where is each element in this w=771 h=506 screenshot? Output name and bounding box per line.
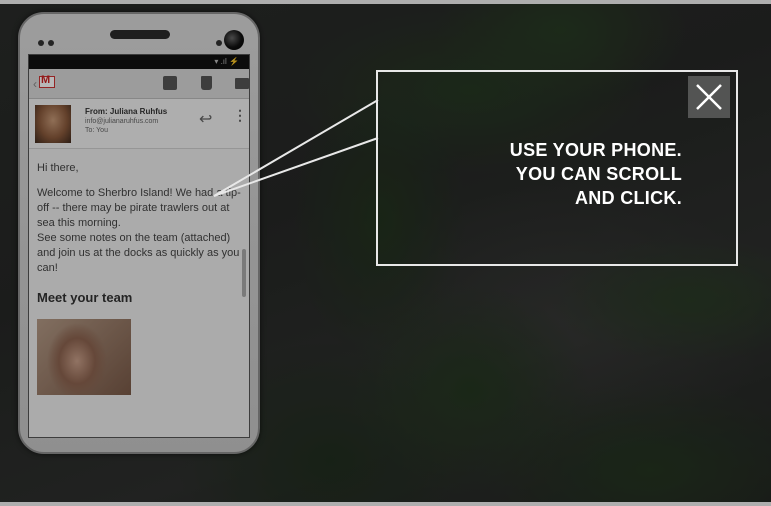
email-header: From: Juliana Ruhfus info@julianaruhfus.… <box>29 99 249 149</box>
scrollbar[interactable] <box>242 249 246 297</box>
sensor-dot <box>216 40 222 46</box>
close-icon <box>696 84 722 110</box>
instruction-text: USE YOUR PHONE. YOU CAN SCROLL AND CLICK… <box>426 138 682 210</box>
sensor-dot <box>38 40 44 46</box>
phone-camera <box>224 30 244 50</box>
paragraph-notes: See some notes on the team (attached) an… <box>37 232 240 274</box>
sensor-dot <box>48 40 54 46</box>
paragraph-welcome: Welcome to Sherbro Island! We had a tip-… <box>37 187 241 229</box>
instruction-line: YOU CAN SCROLL <box>515 164 682 184</box>
sender-name: From: Juliana Ruhfus <box>85 107 168 116</box>
sender-email: info@julianaruhfus.com <box>85 118 159 125</box>
phone-device: ▾ .ıl ⚡ ‹ M From: Juliana Ruhfus info@ju… <box>18 12 260 454</box>
mail-icon[interactable] <box>235 78 249 89</box>
instruction-line: USE YOUR PHONE. <box>509 140 682 160</box>
instruction-line: AND CLICK. <box>575 188 682 208</box>
greeting-text: Hi there, <box>37 162 79 174</box>
email-body[interactable]: Hi there, Welcome to Sherbro Island! We … <box>29 149 249 395</box>
reply-icon[interactable]: ↩ <box>199 109 212 129</box>
close-button[interactable] <box>688 76 730 118</box>
bottom-border <box>0 502 771 506</box>
recipient: To: You <box>85 127 108 134</box>
gmail-icon[interactable]: M <box>39 74 55 88</box>
more-options-icon[interactable]: ⋮ <box>233 107 247 124</box>
back-chevron-icon[interactable]: ‹ <box>33 77 37 91</box>
team-member-photo[interactable] <box>37 319 131 395</box>
top-border <box>0 0 771 4</box>
archive-icon[interactable] <box>163 76 177 90</box>
avatar <box>35 105 71 143</box>
status-bar: ▾ .ıl ⚡ <box>29 55 249 69</box>
phone-screen[interactable]: ▾ .ıl ⚡ ‹ M From: Juliana Ruhfus info@ju… <box>28 54 250 438</box>
trash-icon[interactable] <box>201 76 212 90</box>
phone-speaker <box>110 30 170 39</box>
mail-toolbar: ‹ M <box>29 69 249 99</box>
team-heading: Meet your team <box>37 290 133 305</box>
